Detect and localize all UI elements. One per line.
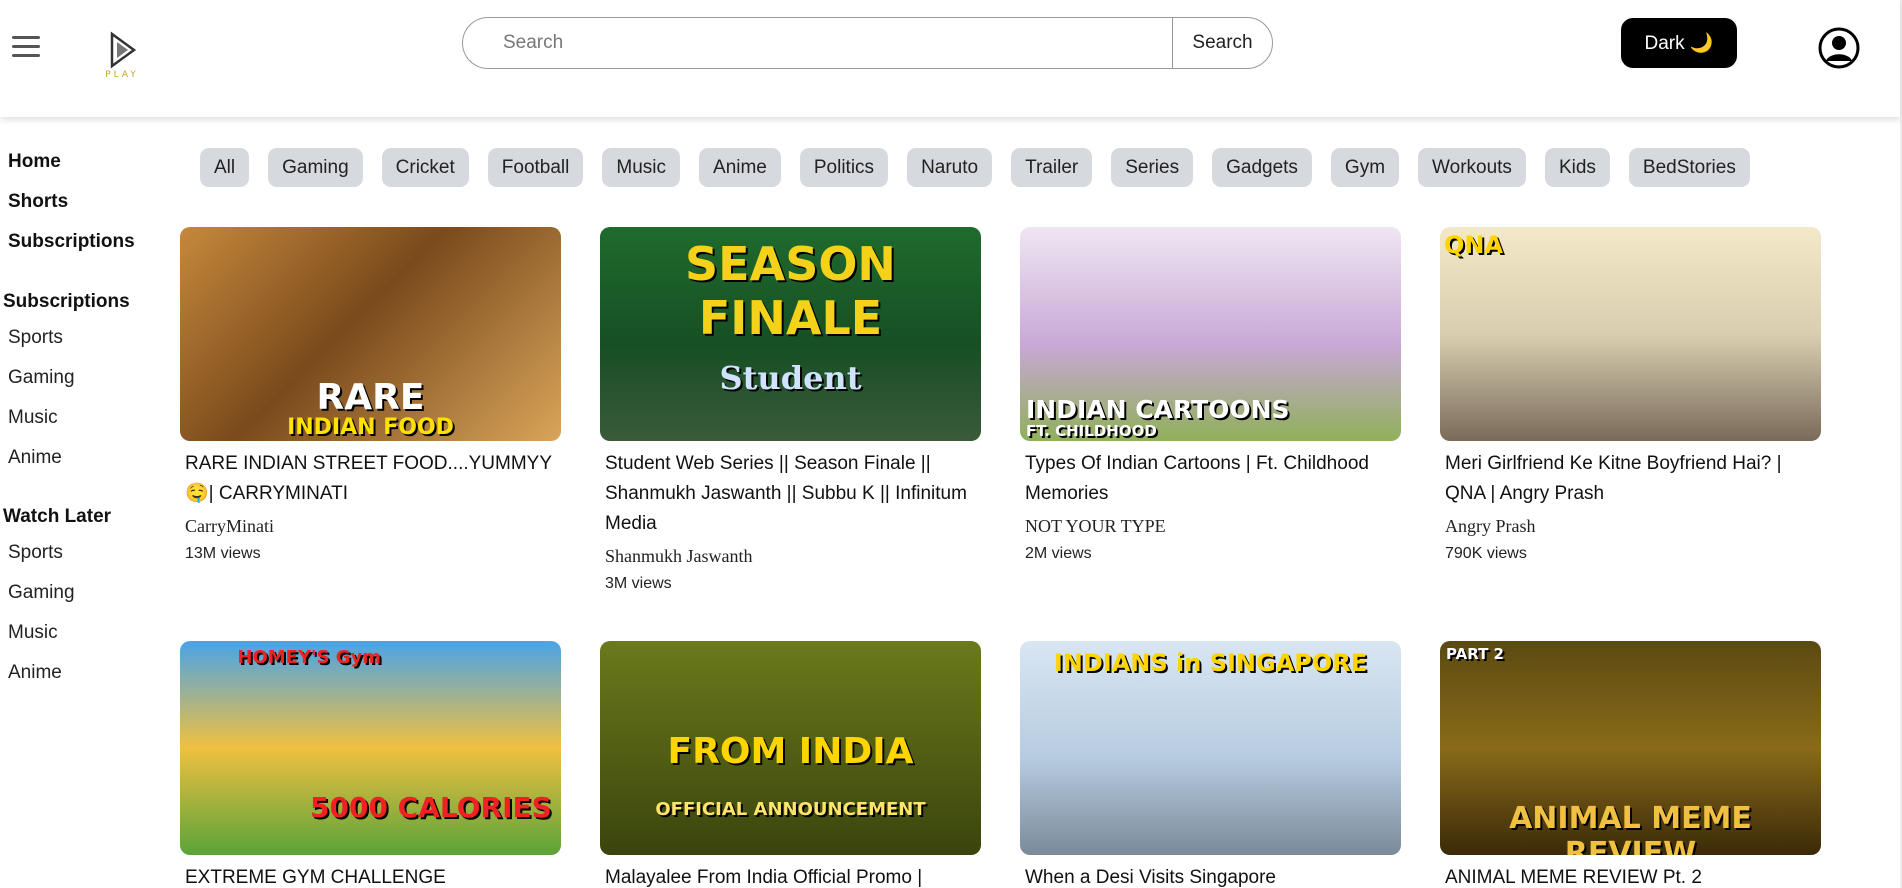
chip-politics[interactable]: Politics — [799, 148, 889, 187]
channel-name[interactable]: Shanmukh Jaswanth — [605, 546, 976, 567]
video-thumbnail[interactable]: SEASON FINALE Student — [600, 227, 981, 441]
subscriptions-heading: Subscriptions — [3, 291, 130, 312]
dark-mode-toggle[interactable]: Dark 🌙 — [1621, 18, 1737, 68]
video-title[interactable]: Malayalee From India Official Promo | — [605, 863, 976, 888]
menu-icon[interactable] — [12, 36, 40, 58]
view-count: 2M views — [1025, 545, 1092, 562]
thumbnail-caption: 5000 CALORIES — [310, 791, 552, 824]
video-thumbnail[interactable]: FROM INDIA OFFICIAL ANNOUNCEMENT — [600, 641, 981, 855]
thumbnail-caption: INDIANS in SINGAPORE — [1053, 649, 1368, 677]
video-thumbnail[interactable]: HOMEY'S Gym 5000 CALORIES — [180, 641, 561, 855]
search-bar: Search — [462, 17, 1273, 69]
thumbnail-caption: RARE — [316, 377, 425, 418]
video-title[interactable]: Student Web Series || Season Finale || S… — [605, 449, 976, 539]
search-button[interactable]: Search — [1172, 17, 1273, 69]
thumbnail-caption: FT. CHILDHOOD — [1026, 422, 1157, 440]
channel-name[interactable]: NOT YOUR TYPE — [1025, 516, 1396, 537]
play-logo-icon — [110, 31, 137, 69]
chip-naruto[interactable]: Naruto — [907, 148, 993, 187]
sidebar-item-home[interactable]: Home — [8, 151, 61, 173]
video-thumbnail[interactable]: PART 2 ANIMAL MEME REVIEW — [1440, 641, 1821, 855]
channel-name[interactable]: CarryMinati — [185, 516, 556, 537]
chip-gadgets[interactable]: Gadgets — [1212, 148, 1312, 187]
video-card[interactable]: SEASON FINALE Student Student Web Series… — [600, 227, 981, 593]
thumbnail-caption: HOMEY'S Gym — [237, 647, 381, 668]
sidebar-item-subscriptions[interactable]: Subscriptions — [8, 231, 135, 253]
chip-football[interactable]: Football — [487, 148, 584, 187]
thumbnail-caption: INDIAN CARTOONS — [1026, 395, 1290, 424]
video-card[interactable]: FROM INDIA OFFICIAL ANNOUNCEMENT Malayal… — [600, 641, 981, 888]
thumbnail-caption: ANIMAL MEME REVIEW — [1509, 801, 1752, 855]
chip-kids[interactable]: Kids — [1544, 148, 1610, 187]
chip-bedstories[interactable]: BedStories — [1628, 148, 1750, 187]
video-title[interactable]: When a Desi Visits Singapore — [1025, 863, 1396, 888]
video-title[interactable]: Types Of Indian Cartoons | Ft. Childhood… — [1025, 449, 1396, 509]
view-count: 3M views — [605, 575, 672, 592]
logo-text: PLAY — [105, 70, 139, 80]
chip-workouts[interactable]: Workouts — [1418, 148, 1526, 187]
video-title[interactable]: Meri Girlfriend Ke Kitne Boyfriend Hai? … — [1445, 449, 1816, 509]
thumbnail-caption: INDIAN FOOD — [287, 415, 454, 440]
chip-music[interactable]: Music — [602, 148, 681, 187]
watch-later-item-anime[interactable]: Anime — [8, 662, 62, 684]
video-card[interactable]: HOMEY'S Gym 5000 CALORIES EXTREME GYM CH… — [180, 641, 561, 888]
channel-name[interactable]: Angry Prash — [1445, 516, 1816, 537]
chip-trailer[interactable]: Trailer — [1011, 148, 1093, 187]
chip-all[interactable]: All — [200, 148, 250, 187]
video-title[interactable]: RARE INDIAN STREET FOOD....YUMMYY 🤤| CAR… — [185, 449, 556, 509]
subscriptions-item-music[interactable]: Music — [8, 407, 58, 429]
video-card[interactable]: QNA Meri Girlfriend Ke Kitne Boyfriend H… — [1440, 227, 1821, 563]
watch-later-item-sports[interactable]: Sports — [8, 542, 63, 564]
video-thumbnail[interactable]: INDIANS in SINGAPORE — [1020, 641, 1401, 855]
video-thumbnail[interactable]: RARE INDIAN FOOD — [180, 227, 561, 441]
thumbnail-caption: PART 2 — [1446, 645, 1504, 663]
watch-later-item-music[interactable]: Music — [8, 622, 58, 644]
view-count: 790K views — [1445, 545, 1527, 562]
subscriptions-item-gaming[interactable]: Gaming — [8, 367, 75, 389]
thumbnail-caption: FROM INDIA — [667, 731, 914, 772]
category-chips: All Gaming Cricket Football Music Anime … — [200, 148, 1750, 187]
video-card[interactable]: INDIANS in SINGAPORE When a Desi Visits … — [1020, 641, 1401, 888]
chip-gaming[interactable]: Gaming — [268, 148, 363, 187]
account-icon[interactable] — [1818, 27, 1860, 69]
watch-later-item-gaming[interactable]: Gaming — [8, 582, 75, 604]
app-logo[interactable]: PLAY — [104, 30, 140, 82]
thumbnail-caption: OFFICIAL ANNOUNCEMENT — [655, 799, 926, 820]
video-thumbnail[interactable]: QNA — [1440, 227, 1821, 441]
thumbnail-caption: Student — [719, 359, 862, 397]
video-card[interactable]: INDIAN CARTOONS FT. CHILDHOOD Types Of I… — [1020, 227, 1401, 563]
sidebar-item-shorts[interactable]: Shorts — [8, 191, 68, 213]
video-title[interactable]: ANIMAL MEME REVIEW Pt. 2 — [1445, 863, 1816, 888]
video-card[interactable]: RARE INDIAN FOOD RARE INDIAN STREET FOOD… — [180, 227, 561, 563]
chip-cricket[interactable]: Cricket — [381, 148, 469, 187]
chip-series[interactable]: Series — [1111, 148, 1194, 187]
chip-gym[interactable]: Gym — [1330, 148, 1400, 187]
view-count: 13M views — [185, 545, 261, 562]
video-card[interactable]: PART 2 ANIMAL MEME REVIEW ANIMAL MEME RE… — [1440, 641, 1821, 888]
chip-anime[interactable]: Anime — [699, 148, 781, 187]
video-thumbnail[interactable]: INDIAN CARTOONS FT. CHILDHOOD — [1020, 227, 1401, 441]
thumbnail-caption: QNA — [1444, 231, 1504, 259]
subscriptions-item-sports[interactable]: Sports — [8, 327, 63, 349]
subscriptions-item-anime[interactable]: Anime — [8, 447, 62, 469]
top-header: PLAY Search Dark 🌙 — [0, 0, 1900, 117]
watch-later-heading: Watch Later — [3, 506, 112, 527]
thumbnail-caption: SEASON FINALE — [685, 237, 896, 345]
search-input[interactable] — [462, 17, 1172, 69]
video-title[interactable]: EXTREME GYM CHALLENGE — [185, 863, 556, 888]
